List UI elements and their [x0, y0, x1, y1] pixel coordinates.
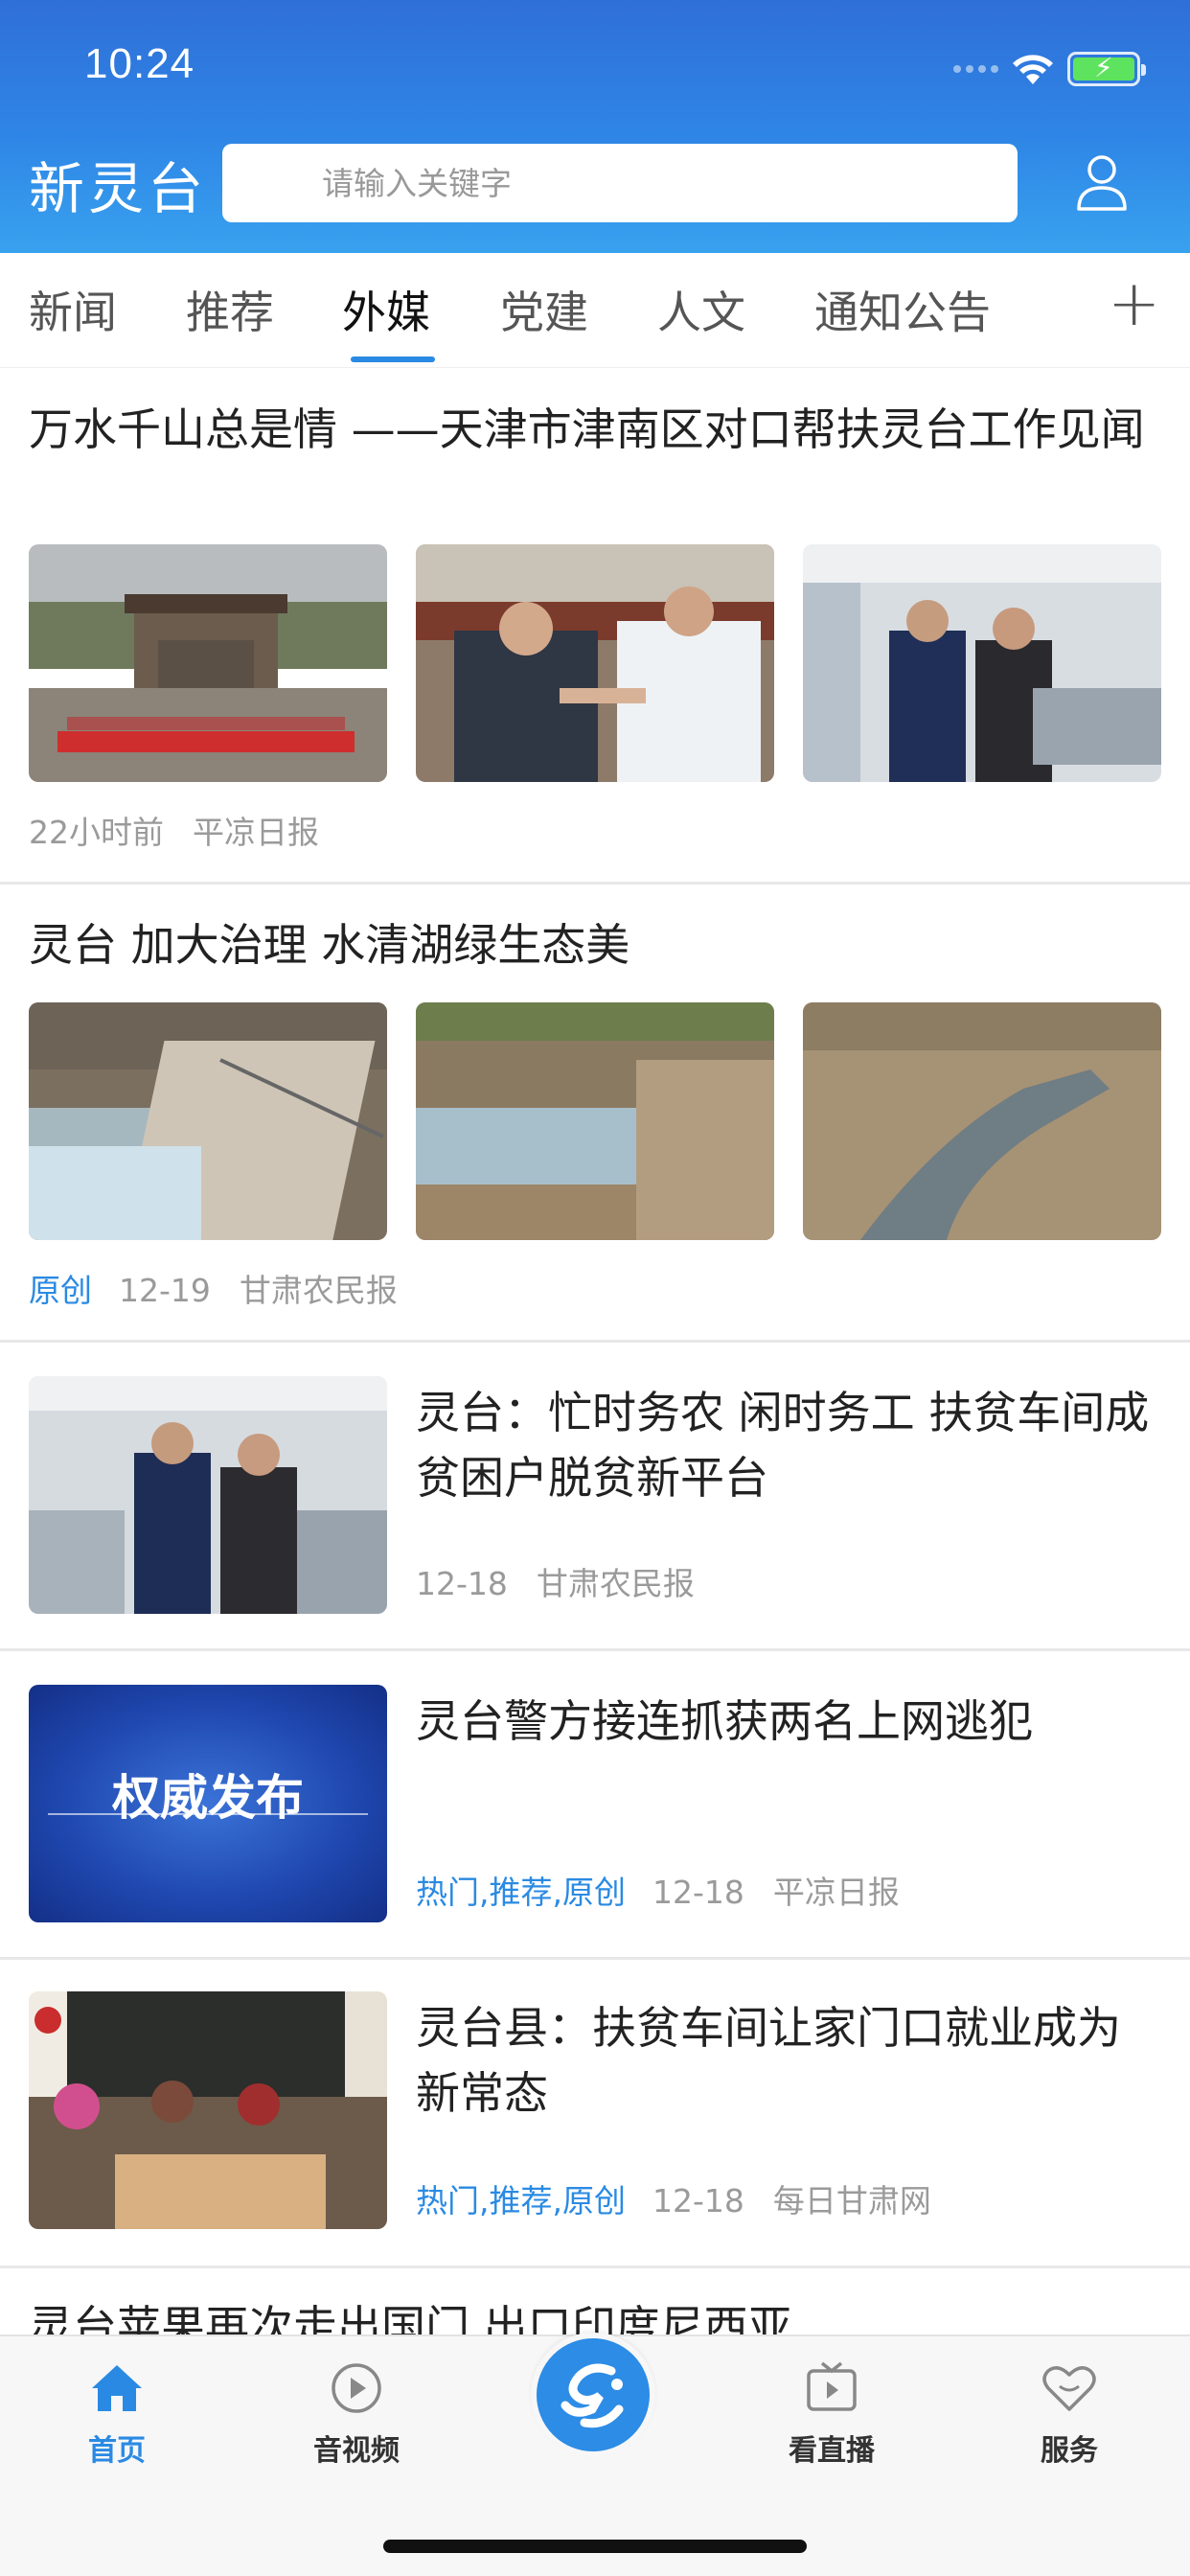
nav-home[interactable]: 首页: [50, 2361, 184, 2469]
divider: [0, 882, 1190, 885]
tab-news[interactable]: 新闻: [29, 278, 117, 341]
article-source: 甘肃农民报: [239, 1272, 398, 1309]
tab-recommend[interactable]: 推荐: [186, 278, 274, 341]
article-title[interactable]: 灵台 加大治理 水清湖绿生态美: [29, 912, 1159, 978]
app-title: 新灵台: [29, 156, 208, 221]
article-meta: 22小时前 平凉日报: [29, 807, 319, 853]
app-header: 10:24 新灵台: [0, 0, 1190, 253]
tv-icon: [807, 2361, 857, 2411]
article-source: 每日甘肃网: [772, 2182, 931, 2220]
article-title[interactable]: 灵台县：扶贫车间让家门口就业成为新常态: [416, 1995, 1161, 2126]
tab-notices[interactable]: 通知公告: [814, 278, 991, 341]
article-image: [416, 1002, 774, 1240]
wifi-icon: [1013, 55, 1053, 84]
article-title[interactable]: 灵台：忙时务农 闲时务工 扶贫车间成贫困户脱贫新平台: [416, 1380, 1161, 1510]
article-meta: 12-18 甘肃农民报: [416, 1558, 695, 1604]
app-logo-icon: [561, 2363, 624, 2428]
tab-foreign-media[interactable]: 外媒: [342, 278, 430, 341]
nav-live[interactable]: 看直播: [765, 2361, 899, 2469]
divider: [0, 1340, 1190, 1343]
home-indicator[interactable]: [383, 2540, 807, 2553]
tab-culture[interactable]: 人文: [657, 278, 745, 341]
article-source: 平凉日报: [193, 814, 319, 851]
article-meta: 热门,推荐,原创 12-18 每日甘肃网: [416, 2175, 931, 2221]
battery-icon: [1067, 52, 1146, 86]
article-image: [29, 1991, 387, 2229]
status-time: 10:24: [84, 40, 195, 87]
nav-video-label: 音视频: [313, 2434, 400, 2468]
article-tag[interactable]: 热门,推荐,原创: [416, 2182, 626, 2220]
divider: [0, 1957, 1190, 1960]
article-image: [29, 1002, 387, 1240]
add-tab-button[interactable]: +: [1108, 272, 1160, 335]
home-icon: [92, 2365, 142, 2411]
article-time: 12-18: [652, 1874, 744, 1911]
article-tag[interactable]: 热门,推荐,原创: [416, 1874, 626, 1911]
article-tag[interactable]: 原创: [29, 1272, 92, 1309]
article-image: [29, 1376, 387, 1614]
play-circle-icon: [332, 2363, 381, 2413]
article-time: 22小时前: [29, 814, 164, 851]
center-logo-button[interactable]: [531, 2333, 655, 2457]
search-input[interactable]: [322, 164, 1018, 202]
nav-video[interactable]: 音视频: [289, 2361, 423, 2469]
article-meta: 热门,推荐,原创 12-18 平凉日报: [416, 1867, 900, 1913]
status-icons: [953, 50, 1146, 88]
article-time: 12-19: [119, 1272, 211, 1309]
divider: [0, 2266, 1190, 2268]
nav-live-label: 看直播: [789, 2434, 875, 2468]
nav-home-label: 首页: [88, 2434, 146, 2468]
thumb-caption: 权威发布: [112, 1770, 304, 1826]
article-title[interactable]: 灵台警方接连抓获两名上网逃犯: [416, 1689, 1161, 1754]
heart-icon: [1042, 2366, 1096, 2411]
active-tab-indicator: [351, 356, 435, 362]
divider: [0, 1648, 1190, 1651]
article-image: [416, 544, 774, 782]
article-image: 权威发布: [29, 1685, 387, 1922]
article-time: 12-18: [652, 2182, 744, 2220]
article-meta: 原创 12-19 甘肃农民报: [29, 1265, 398, 1311]
article-title[interactable]: 万水千山总是情 ——天津市津南区对口帮扶灵台工作见闻: [29, 397, 1159, 462]
article-source: 平凉日报: [772, 1874, 900, 1911]
article-image: [803, 1002, 1161, 1240]
article-image: [803, 544, 1161, 782]
article-image: [29, 544, 387, 782]
category-tabs: 新闻 推荐 外媒 党建 人文 通知公告 +: [0, 253, 1190, 368]
user-profile-icon[interactable]: [1075, 153, 1129, 211]
article-source: 甘肃农民报: [536, 1565, 695, 1602]
search-bar[interactable]: [222, 144, 1018, 222]
nav-service[interactable]: 服务: [1002, 2361, 1136, 2469]
signal-icon: [953, 65, 998, 73]
article-time: 12-18: [416, 1565, 508, 1602]
nav-service-label: 服务: [1041, 2434, 1098, 2468]
tab-party-building[interactable]: 党建: [500, 278, 588, 341]
